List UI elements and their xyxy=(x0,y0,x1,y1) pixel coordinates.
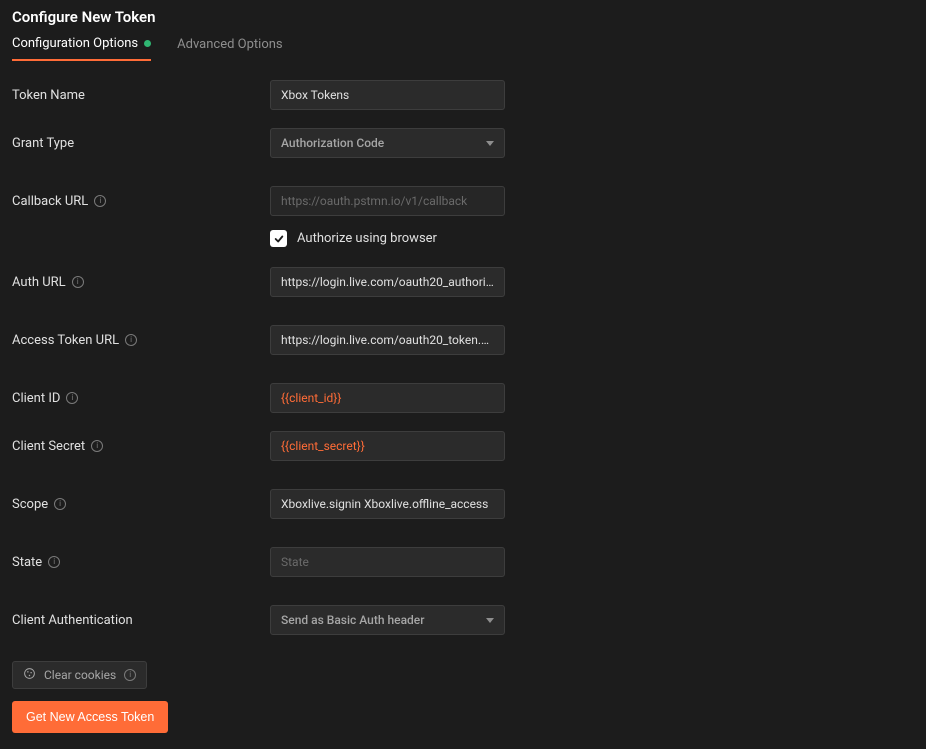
label-text: Scope xyxy=(12,497,48,512)
label-text: Access Token URL xyxy=(12,333,119,348)
scope-input[interactable] xyxy=(270,489,505,519)
clear-cookies-button[interactable]: Clear cookies i xyxy=(12,661,147,689)
label-grant-type: Grant Type xyxy=(12,136,270,151)
auth-url-input[interactable] xyxy=(270,267,505,297)
callback-url-input xyxy=(270,186,505,216)
label-state: State i xyxy=(12,555,270,570)
tab-label: Configuration Options xyxy=(12,36,138,51)
page-title: Configure New Token xyxy=(12,8,914,26)
label-text: Client ID xyxy=(12,391,60,406)
authorize-browser-label: Authorize using browser xyxy=(297,231,437,246)
label-text: Token Name xyxy=(12,88,85,103)
grant-type-select[interactable]: Authorization Code xyxy=(270,128,505,158)
info-icon[interactable]: i xyxy=(66,392,78,404)
client-secret-input[interactable] xyxy=(270,431,505,461)
authorize-browser-checkbox[interactable] xyxy=(270,230,287,247)
label-text: Grant Type xyxy=(12,136,74,151)
label-text: Callback URL xyxy=(12,194,88,209)
label-auth-url: Auth URL i xyxy=(12,275,270,290)
cookie-icon xyxy=(23,667,36,683)
label-scope: Scope i xyxy=(12,497,270,512)
label-text: Auth URL xyxy=(12,275,66,290)
access-token-url-input[interactable] xyxy=(270,325,505,355)
clear-cookies-label: Clear cookies xyxy=(44,668,116,682)
info-icon[interactable]: i xyxy=(94,195,106,207)
label-client-id: Client ID i xyxy=(12,391,270,406)
client-authentication-select[interactable]: Send as Basic Auth header xyxy=(270,605,505,635)
info-icon[interactable]: i xyxy=(72,276,84,288)
label-text: Client Authentication xyxy=(12,613,133,628)
label-text: State xyxy=(12,555,42,570)
status-dot-icon xyxy=(144,40,151,47)
client-id-input[interactable] xyxy=(270,383,505,413)
token-name-input[interactable] xyxy=(270,80,505,110)
get-new-access-token-button[interactable]: Get New Access Token xyxy=(12,701,168,733)
tab-label: Advanced Options xyxy=(177,37,282,52)
chevron-down-icon xyxy=(486,618,494,623)
info-icon[interactable]: i xyxy=(48,556,60,568)
info-icon[interactable]: i xyxy=(125,334,137,346)
label-callback-url: Callback URL i xyxy=(12,194,270,209)
label-client-secret: Client Secret i xyxy=(12,439,270,454)
info-icon[interactable]: i xyxy=(54,498,66,510)
select-value: Authorization Code xyxy=(281,136,384,150)
label-client-authentication: Client Authentication xyxy=(12,613,270,628)
state-input[interactable] xyxy=(270,547,505,577)
chevron-down-icon xyxy=(486,141,494,146)
tab-configuration-options[interactable]: Configuration Options xyxy=(12,36,151,61)
checkmark-icon xyxy=(274,234,284,244)
info-icon[interactable]: i xyxy=(124,669,136,681)
tab-advanced-options[interactable]: Advanced Options xyxy=(177,36,282,61)
select-value: Send as Basic Auth header xyxy=(281,613,424,627)
info-icon[interactable]: i xyxy=(91,440,103,452)
label-text: Client Secret xyxy=(12,439,85,454)
tabs-bar: Configuration Options Advanced Options xyxy=(12,36,914,62)
label-token-name: Token Name xyxy=(12,88,270,103)
label-access-token-url: Access Token URL i xyxy=(12,333,270,348)
